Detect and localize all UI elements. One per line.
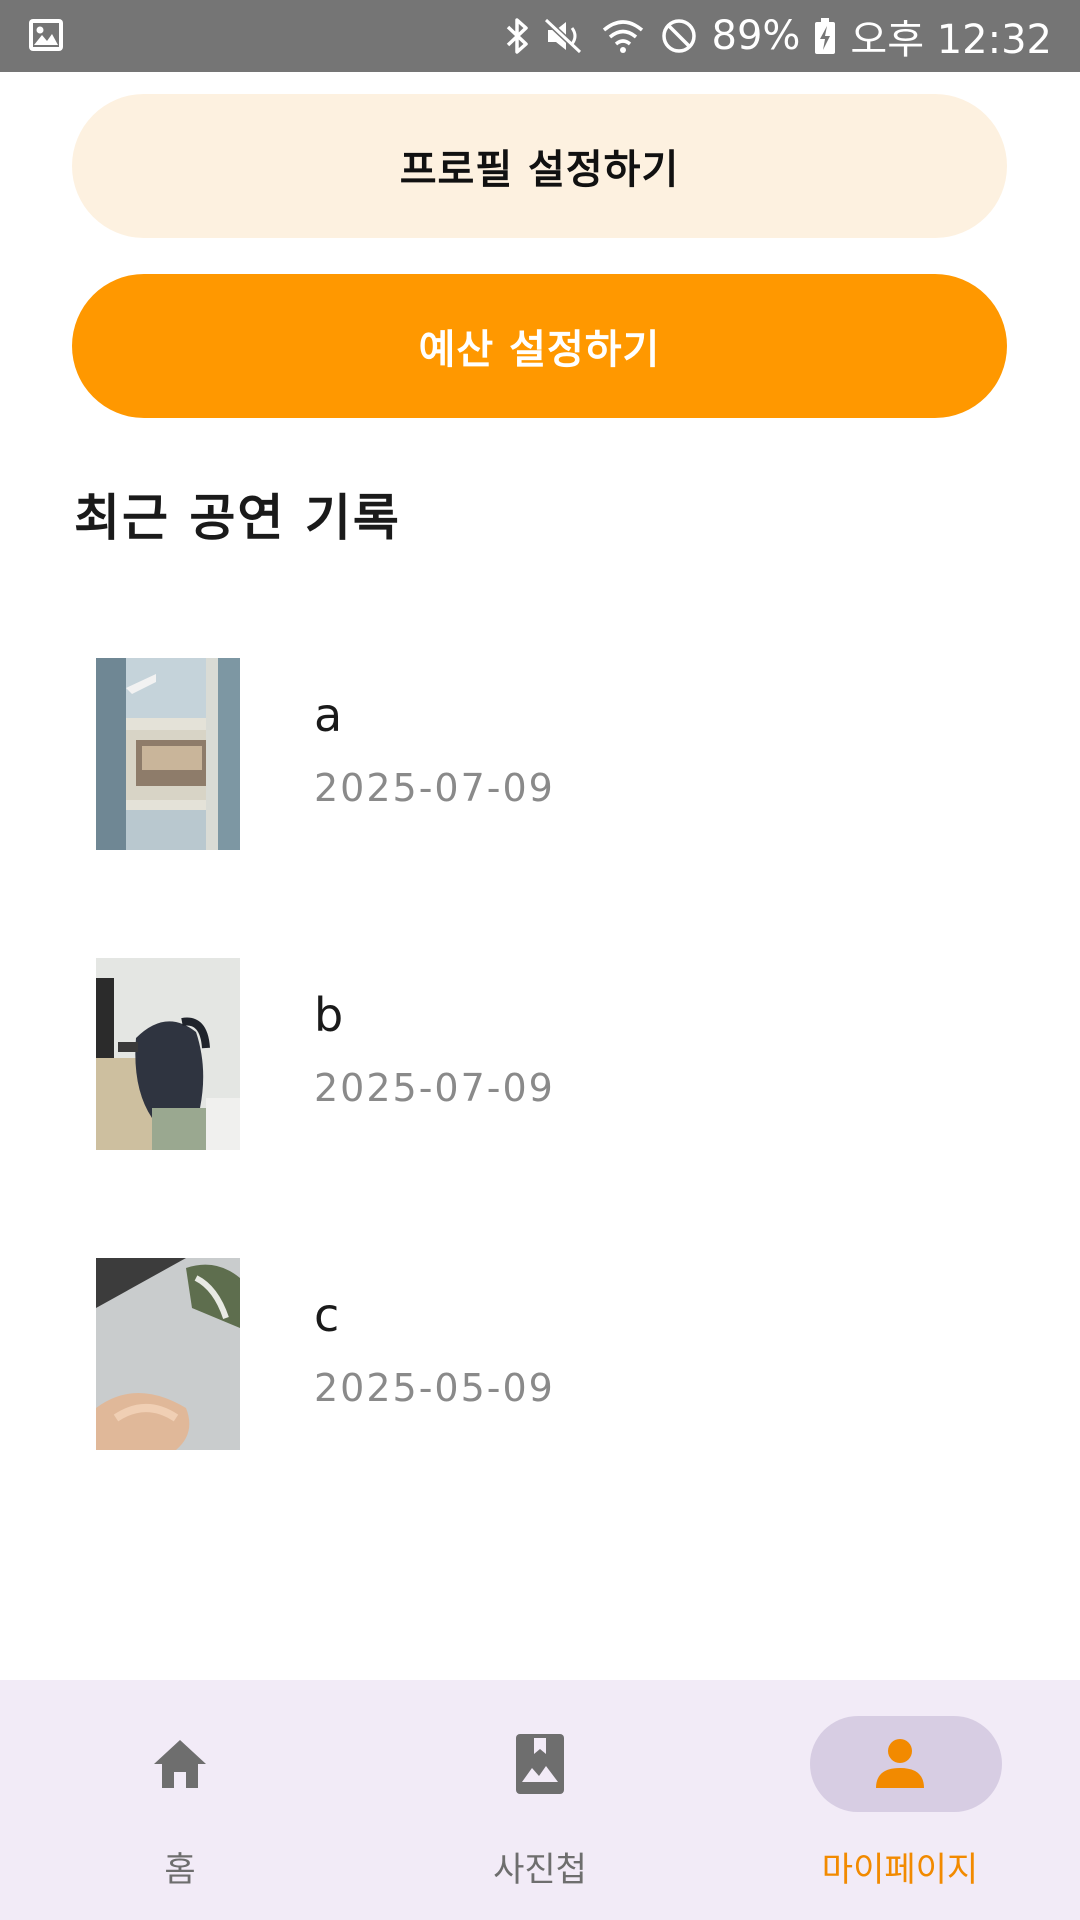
profile-settings-label: 프로필 설정하기 (399, 147, 680, 193)
record-name: c (314, 1288, 340, 1342)
section-title: 최근 공연 기록 (74, 489, 401, 547)
record-date: 2025-07-09 (314, 1066, 555, 1110)
status-time: 오후 12:32 (850, 17, 1052, 63)
list-item[interactable]: c 2025-05-09 (96, 1258, 996, 1450)
nav-label-home: 홈 (164, 1850, 196, 1890)
profile-settings-button[interactable]: 프로필 설정하기 (72, 94, 1007, 238)
record-thumbnail (96, 958, 240, 1150)
list-item[interactable]: a 2025-07-09 (96, 658, 996, 850)
budget-settings-label: 예산 설정하기 (418, 327, 661, 373)
do-not-disturb-icon (660, 16, 698, 56)
gallery-icon (28, 18, 64, 52)
nav-label-photo-album: 사진첩 (493, 1850, 587, 1890)
bluetooth-icon (504, 16, 530, 56)
mute-icon (543, 16, 586, 56)
record-date: 2025-05-09 (314, 1366, 555, 1410)
record-name: b (314, 988, 344, 1042)
nav-label-my-page: 마이페이지 (821, 1850, 979, 1890)
status-bar: 89% 오후 12:32 (0, 0, 1080, 72)
photo-album-icon (510, 1734, 570, 1794)
budget-settings-button[interactable]: 예산 설정하기 (72, 274, 1007, 418)
list-item[interactable]: b 2025-07-09 (96, 958, 996, 1150)
record-name: a (314, 688, 343, 742)
home-icon (150, 1734, 210, 1794)
status-icons: 89% 오후 12:32 (504, 0, 1052, 72)
record-thumbnail (96, 658, 240, 850)
wifi-icon (600, 16, 646, 56)
record-thumbnail (96, 1258, 240, 1450)
person-icon (870, 1734, 930, 1794)
nav-item-home[interactable]: 홈 (0, 1680, 360, 1920)
screen: 89% 오후 12:32 프로필 설정하기 예산 설정하기 최근 공연 기록 a… (0, 0, 1080, 1920)
battery-charging-icon (814, 16, 836, 56)
nav-item-my-page[interactable]: 마이페이지 (720, 1680, 1080, 1920)
record-date: 2025-07-09 (314, 766, 555, 810)
battery-percent: 89% (711, 13, 801, 59)
bottom-navigation: 홈 사진첩 마이페이지 (0, 1680, 1080, 1920)
nav-item-photo-album[interactable]: 사진첩 (360, 1680, 720, 1920)
